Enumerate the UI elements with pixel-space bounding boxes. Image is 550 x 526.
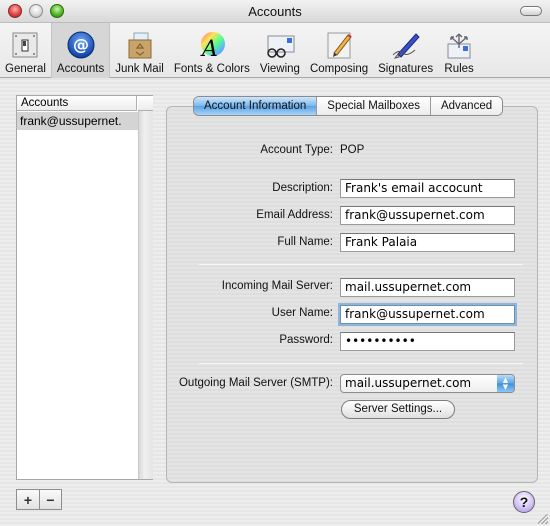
- account-list-item[interactable]: frank@ussupernet.: [17, 112, 138, 130]
- outgoing-server-label: Outgoing Mail Server (SMTP):: [178, 377, 333, 389]
- arrows-envelope-icon: [443, 29, 475, 61]
- password-field[interactable]: ••••••••••: [340, 332, 515, 351]
- password-label: Password:: [279, 334, 333, 346]
- toolbar-item-label: Fonts & Colors: [173, 63, 250, 75]
- fountain-pen-icon: [390, 29, 422, 61]
- user-name-label: User Name:: [271, 307, 333, 319]
- description-label: Description:: [272, 182, 333, 194]
- server-settings-button[interactable]: Server Settings...: [341, 400, 455, 419]
- incoming-server-field[interactable]: mail.ussupernet.com: [340, 278, 515, 297]
- pencil-paper-icon: [323, 29, 355, 61]
- add-remove-control: + −: [16, 489, 62, 510]
- svg-text:@: @: [73, 35, 89, 54]
- incoming-server-label: Incoming Mail Server:: [221, 280, 333, 292]
- tab-advanced[interactable]: Advanced: [429, 97, 503, 115]
- window-title: Accounts: [248, 4, 302, 19]
- email-address-label: Email Address:: [256, 209, 333, 221]
- accounts-list[interactable]: Accounts frank@ussupernet.: [16, 95, 153, 480]
- toolbar-item-junk-mail[interactable]: Junk Mail: [110, 23, 169, 78]
- toolbar-item-accounts[interactable]: @ Accounts: [50, 23, 111, 78]
- add-account-button[interactable]: +: [17, 490, 39, 509]
- email-address-field[interactable]: frank@ussupernet.com: [340, 206, 515, 225]
- glasses-envelope-icon: [264, 29, 296, 61]
- toolbar-item-label: Signatures: [378, 63, 434, 75]
- account-type-value: POP: [340, 144, 365, 156]
- user-name-field[interactable]: frank@ussupernet.com: [340, 305, 515, 324]
- full-name-label: Full Name:: [277, 236, 333, 248]
- outgoing-server-select[interactable]: mail.ussupernet.com ▲ ▼: [340, 374, 515, 393]
- description-field[interactable]: Frank's email accocunt: [340, 179, 515, 198]
- list-scrollbar[interactable]: [138, 111, 153, 479]
- toolbar-item-label: General: [5, 63, 46, 75]
- outgoing-server-value: mail.ussupernet.com: [345, 376, 472, 390]
- at-sign-icon: @: [65, 29, 97, 61]
- resize-grip-icon[interactable]: [538, 514, 548, 524]
- color-wheel-font-icon: A: [196, 29, 228, 61]
- updown-arrows-icon: ▲ ▼: [497, 375, 514, 392]
- remove-account-button[interactable]: −: [39, 490, 61, 509]
- toolbar-item-composing[interactable]: Composing: [305, 23, 373, 78]
- toolbar-item-label: Rules: [444, 63, 474, 75]
- title-bar[interactable]: Accounts: [0, 0, 550, 23]
- account-type-label: Account Type:: [260, 144, 333, 156]
- toolbar-item-rules[interactable]: Rules: [438, 23, 480, 78]
- toolbar-item-label: Junk Mail: [115, 63, 164, 75]
- section-divider: [199, 264, 523, 265]
- list-header-corner: [138, 96, 153, 111]
- toolbar-item-label: Accounts: [56, 63, 105, 75]
- tab-account-information[interactable]: Account Information: [194, 97, 317, 115]
- light-switch-icon: [9, 29, 41, 61]
- recycle-box-icon: [124, 29, 156, 61]
- account-tabs: Account Information Special Mailboxes Ad…: [193, 96, 504, 116]
- preferences-toolbar: General @ Accounts Junk Mail A Fonts & C…: [0, 23, 550, 78]
- full-name-field[interactable]: Frank Palaia: [340, 233, 515, 252]
- tab-special-mailboxes[interactable]: Special Mailboxes: [316, 97, 430, 115]
- section-divider: [199, 363, 523, 364]
- toolbar-item-label: Composing: [309, 63, 369, 75]
- help-button[interactable]: ?: [513, 491, 535, 513]
- toolbar-item-general[interactable]: General: [0, 23, 51, 78]
- toolbar-item-fonts-colors[interactable]: A Fonts & Colors: [169, 23, 255, 78]
- toolbar-item-label: Viewing: [259, 63, 300, 75]
- toolbar-item-signatures[interactable]: Signatures: [373, 23, 438, 78]
- toolbar-toggle-button[interactable]: [520, 6, 542, 16]
- toolbar-item-viewing[interactable]: Viewing: [255, 23, 305, 78]
- svg-text:A: A: [200, 37, 218, 60]
- accounts-column-header[interactable]: Accounts: [17, 96, 137, 111]
